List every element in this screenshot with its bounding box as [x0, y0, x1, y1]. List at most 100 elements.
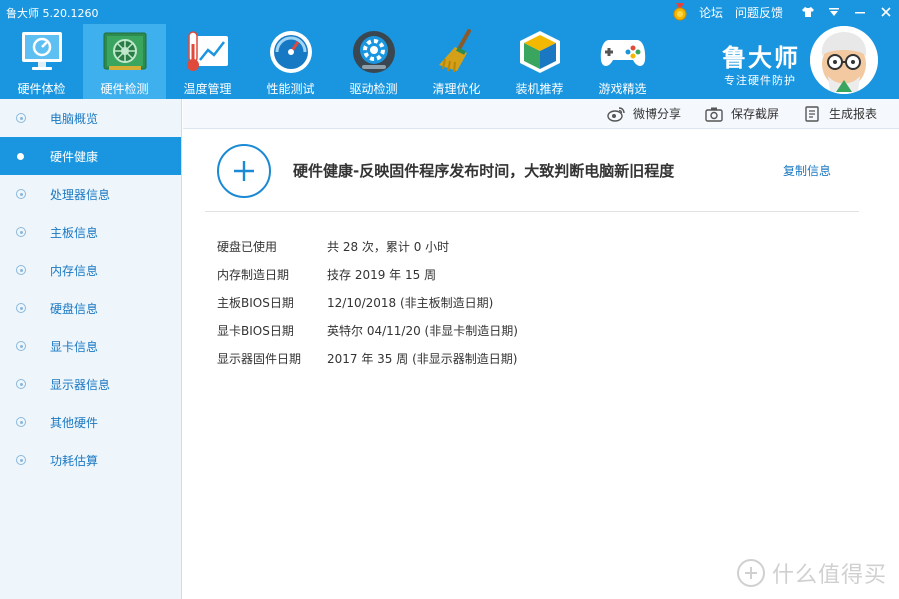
nav-cleanup[interactable]: 清理优化	[415, 24, 498, 99]
info-value: 12/10/2018 (非主板制造日期)	[327, 295, 494, 310]
info-row: 显卡BIOS日期 英特尔 04/11/20 (非显卡制造日期)	[217, 316, 518, 344]
skin-button[interactable]	[795, 0, 821, 24]
weibo-share-button[interactable]: 微博分享	[607, 105, 681, 122]
nav-temperature[interactable]: 温度管理	[166, 24, 249, 99]
broom-icon	[438, 29, 471, 73]
watermark-logo-icon	[736, 559, 765, 587]
info-value: 共 28 次，累计 0 小时	[327, 239, 450, 254]
info-key: 显卡BIOS日期	[217, 323, 294, 338]
close-button[interactable]	[873, 0, 899, 24]
info-value: 英特尔 04/11/20 (非显卡制造日期)	[327, 323, 518, 338]
app-title: 鲁大师 5.20.1260	[6, 7, 99, 20]
sidebar-item-disk[interactable]: 硬盘信息	[0, 289, 181, 327]
nav-label: 驱动检测	[349, 82, 398, 96]
bullet-icon	[16, 417, 26, 427]
info-key: 主板BIOS日期	[217, 295, 294, 310]
info-row: 内存制造日期 技存 2019 年 15 周	[217, 260, 518, 288]
sidebar-item-gpu[interactable]: 显卡信息	[0, 327, 181, 365]
thermometer-chart-icon	[186, 31, 228, 71]
monitor-check-icon	[21, 32, 62, 70]
nav-build-recommend[interactable]: 装机推荐	[498, 24, 581, 99]
toolbar: 微博分享 保存截屏 生成报表	[183, 99, 899, 129]
title-bar: 鲁大师 5.20.1260 论坛 问题反馈	[0, 0, 899, 24]
save-screenshot-label: 保存截屏	[730, 107, 779, 121]
bullet-icon	[16, 455, 26, 465]
info-key: 硬盘已使用	[217, 239, 278, 254]
sidebar-item-cpu[interactable]: 处理器信息	[0, 175, 181, 213]
main-nav: 硬件体检 硬件检测 温度管理 性能测试 驱动检测 清理优化 装机推荐 游戏精选	[0, 24, 664, 99]
gear-driver-icon	[352, 31, 395, 73]
sidebar-item-label: 其他硬件	[50, 415, 99, 430]
sidebar-item-label: 内存信息	[50, 263, 99, 278]
top-links: 论坛 问题反馈	[671, 0, 899, 24]
bullet-icon	[16, 303, 26, 313]
sidebar-item-hardware-health[interactable]: 硬件健康	[0, 137, 181, 175]
close-icon	[881, 7, 891, 17]
forum-link[interactable]: 论坛	[699, 4, 723, 21]
copy-info-link[interactable]: 复制信息	[783, 162, 831, 179]
speedometer-icon	[269, 31, 312, 73]
minimize-button[interactable]	[847, 0, 873, 24]
add-icon	[217, 144, 271, 198]
report-icon	[805, 105, 819, 122]
nav-label: 性能测试	[266, 82, 315, 96]
avatar[interactable]	[810, 26, 878, 94]
info-value: 技存 2019 年 15 周	[327, 267, 437, 282]
shirt-icon	[802, 7, 814, 17]
app-header: 鲁大师 5.20.1260 论坛 问题反馈 硬件体检 硬件检测 温度管理 性能测…	[0, 0, 899, 99]
info-value: 2017 年 35 周 (非显示器制造日期)	[327, 351, 518, 366]
nav-label: 装机推荐	[515, 82, 564, 96]
main-content: 硬件健康-反映固件程序发布时间，大致判断电脑新旧程度 复制信息 硬盘已使用 共 …	[183, 130, 899, 599]
bullet-icon	[17, 152, 24, 160]
mascot-face-icon	[810, 26, 878, 94]
generate-report-label: 生成报表	[828, 107, 877, 121]
nav-driver[interactable]: 驱动检测	[332, 24, 415, 99]
sidebar-item-motherboard[interactable]: 主板信息	[0, 213, 181, 251]
sidebar-item-memory[interactable]: 内存信息	[0, 251, 181, 289]
sidebar-item-label: 功耗估算	[50, 453, 99, 468]
sidebar-item-label: 显示器信息	[50, 377, 111, 392]
page-title: 硬件健康-反映固件程序发布时间，大致判断电脑新旧程度	[293, 162, 675, 180]
nav-label: 游戏精选	[598, 82, 647, 96]
sidebar-item-label: 硬盘信息	[50, 301, 99, 316]
watermark-text: 什么值得买	[771, 563, 887, 588]
plus-icon	[234, 161, 254, 181]
sidebar: 电脑概览 硬件健康 处理器信息 主板信息 内存信息 硬盘信息 显卡信息 显示器信…	[0, 99, 182, 599]
brand-area: 鲁大师 专注硬件防护	[700, 24, 899, 99]
save-screenshot-button[interactable]: 保存截屏	[705, 105, 779, 122]
sidebar-item-monitor[interactable]: 显示器信息	[0, 365, 181, 403]
cube-icon	[519, 31, 560, 73]
sidebar-item-label: 处理器信息	[50, 187, 111, 202]
camera-icon	[705, 107, 723, 122]
medal-icon[interactable]	[671, 3, 689, 21]
brand-slogan: 专注硬件防护	[724, 74, 796, 87]
weibo-icon	[607, 106, 625, 122]
nav-games[interactable]: 游戏精选	[581, 24, 664, 99]
nav-label: 清理优化	[432, 82, 481, 96]
feedback-link[interactable]: 问题反馈	[735, 4, 783, 21]
bullet-icon	[16, 265, 26, 275]
menu-button[interactable]	[821, 0, 847, 24]
info-key: 内存制造日期	[217, 267, 290, 282]
sidebar-item-other-hardware[interactable]: 其他硬件	[0, 403, 181, 441]
bullet-icon	[16, 379, 26, 389]
sidebar-item-label: 显卡信息	[50, 339, 99, 354]
hardware-board-icon	[103, 32, 146, 70]
bullet-icon	[16, 189, 26, 199]
generate-report-button[interactable]: 生成报表	[803, 105, 877, 122]
nav-label: 硬件体检	[17, 82, 66, 96]
sidebar-item-label: 主板信息	[50, 225, 99, 240]
sidebar-item-overview[interactable]: 电脑概览	[0, 99, 181, 137]
section-header: 硬件健康-反映固件程序发布时间，大致判断电脑新旧程度 复制信息	[205, 130, 859, 212]
nav-performance[interactable]: 性能测试	[249, 24, 332, 99]
info-row: 显示器固件日期 2017 年 35 周 (非显示器制造日期)	[217, 344, 518, 372]
bullet-icon	[16, 341, 26, 351]
sidebar-item-power-estimate[interactable]: 功耗估算	[0, 441, 181, 479]
info-key: 显示器固件日期	[217, 351, 302, 366]
nav-hardware-checkup[interactable]: 硬件体检	[0, 24, 83, 99]
nav-label: 硬件检测	[100, 82, 149, 96]
nav-hardware-detect[interactable]: 硬件检测	[83, 24, 166, 99]
bullet-icon	[16, 227, 26, 237]
health-info-list: 硬盘已使用 共 28 次，累计 0 小时 内存制造日期 技存 2019 年 15…	[217, 232, 518, 372]
menu-arrow-icon	[829, 8, 839, 16]
